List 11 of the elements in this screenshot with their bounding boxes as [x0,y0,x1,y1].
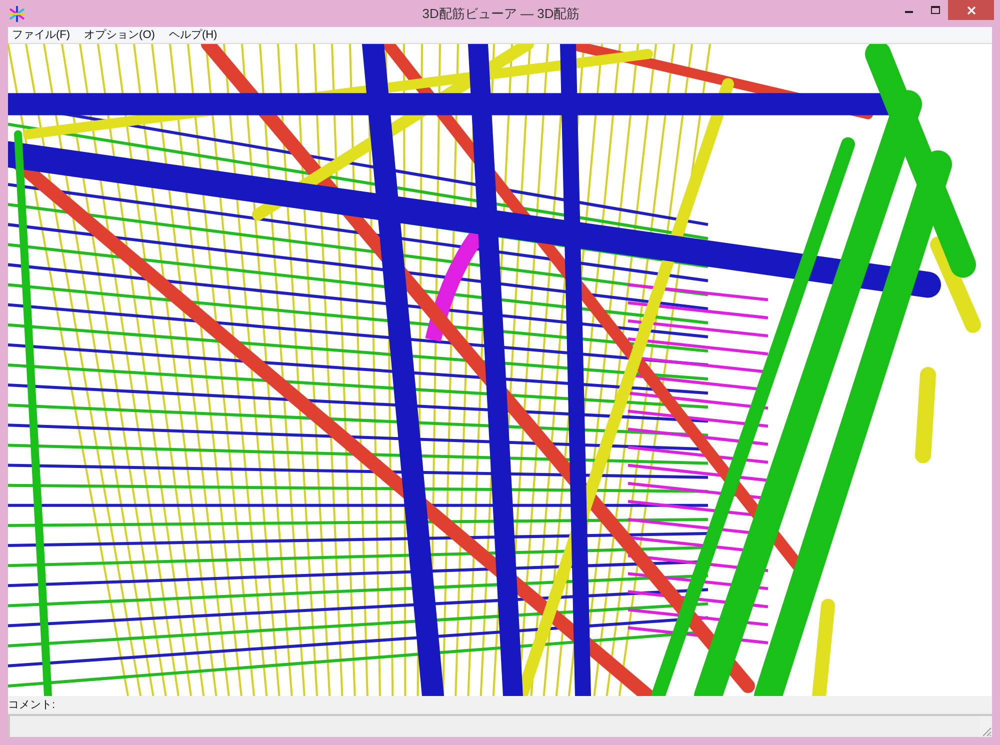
window-title: 3D配筋ビューア ― 3D配筋 [422,4,580,23]
menu-item[interactable]: ファイル(F) [12,30,70,40]
maximize-icon [930,6,940,14]
minimize-icon [905,11,913,13]
app-logo-icon [8,4,26,22]
comment-label: コメント: [8,698,56,713]
menu-item[interactable]: ヘルプ(H) [168,30,218,40]
menu-item[interactable]: オプション(O) [84,30,155,40]
close-button[interactable] [948,0,994,20]
resize-grip-icon [980,725,992,737]
close-icon [966,6,976,14]
